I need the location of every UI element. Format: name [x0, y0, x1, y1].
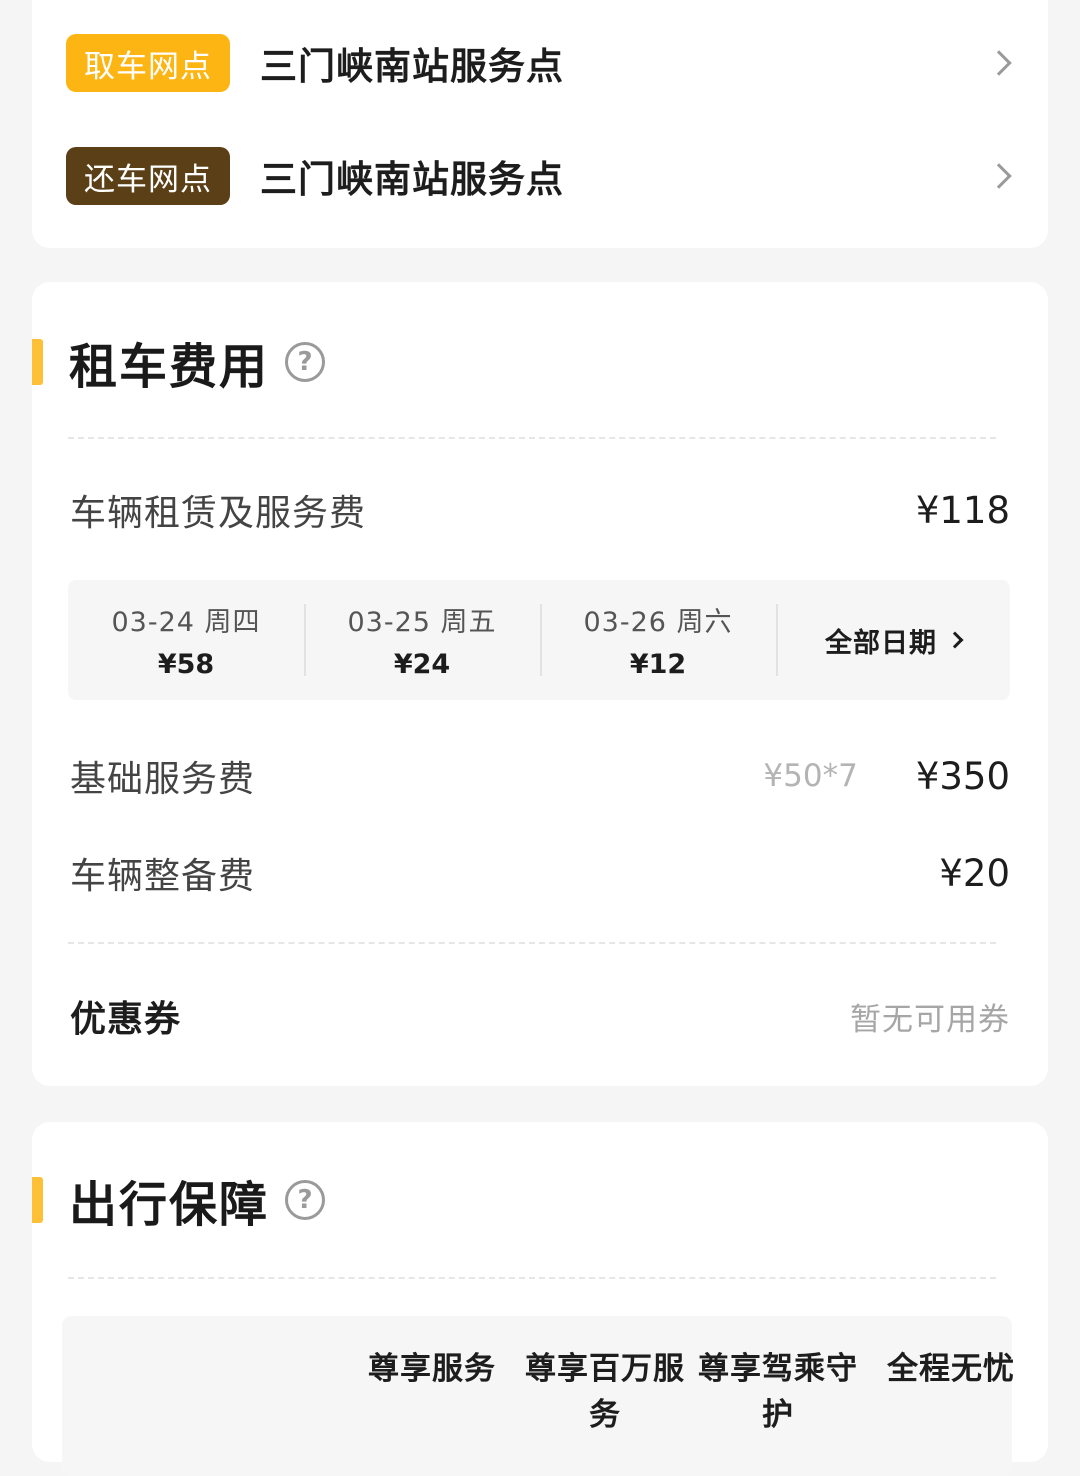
insurance-plan-header[interactable]: 尊享服务	[352, 1346, 512, 1392]
day-price-item: 03-24 周四 ¥58	[68, 580, 304, 700]
insurance-plan-header[interactable]: 尊享驾乘守护	[698, 1346, 858, 1438]
rental-fee-label: 车辆租赁及服务费	[70, 493, 367, 534]
day-date: 03-26 周六	[583, 607, 733, 638]
rental-fee-amount: ¥118	[915, 488, 1010, 532]
return-location-row[interactable]: 还车网点 三门峡南站服务点	[66, 146, 1018, 206]
daily-price-strip: 03-24 周四 ¥58 03-25 周五 ¥24 03-26 周六 ¥12 全…	[68, 580, 1010, 700]
rental-fee-row: 车辆租赁及服务费 ¥118	[70, 482, 1010, 538]
day-date: 03-25 周五	[347, 607, 497, 638]
pickup-tag: 取车网点	[66, 34, 230, 92]
day-price: ¥24	[393, 649, 451, 680]
coupon-row[interactable]: 优惠券 暂无可用券	[70, 988, 1010, 1044]
insurance-section-title: 出行保障	[69, 1177, 270, 1233]
chevron-right-icon	[986, 50, 1012, 76]
prep-fee-label: 车辆整备费	[70, 856, 256, 897]
return-tag: 还车网点	[66, 147, 230, 205]
insurance-card: 出行保障 ? 尊享服务 尊享百万服务 尊享驾乘守护 全程无忧	[32, 1122, 1048, 1476]
section-accent-bar	[32, 339, 43, 385]
base-service-fee-label: 基础服务费	[70, 759, 256, 800]
coupon-label: 优惠券	[70, 999, 182, 1040]
day-price: ¥12	[629, 649, 687, 680]
coupon-status: 暂无可用券	[850, 1001, 1010, 1038]
fee-card: 租车费用 ? 车辆租赁及服务费 ¥118 03-24 周四 ¥58 03-25 …	[32, 282, 1048, 1086]
divider	[68, 1277, 996, 1279]
day-price-item: 03-25 周五 ¥24	[304, 580, 540, 700]
chevron-right-icon	[946, 631, 964, 649]
day-date: 03-24 周四	[111, 607, 261, 638]
question-circle-icon[interactable]: ?	[285, 342, 326, 382]
prep-fee-row: 车辆整备费 ¥20	[70, 845, 1010, 901]
base-service-fee-row: 基础服务费 ¥50*7 ¥350	[70, 748, 1010, 804]
fee-section-title: 租车费用	[69, 339, 270, 395]
divider	[68, 942, 996, 944]
question-circle-icon[interactable]: ?	[285, 1180, 326, 1220]
prep-fee-amount: ¥20	[939, 851, 1010, 895]
insurance-plan-header[interactable]: 全程无忧	[871, 1346, 1031, 1392]
pickup-location-name: 三门峡南站服务点	[260, 45, 564, 88]
base-service-fee-formula: ¥50*7	[763, 758, 858, 794]
chevron-right-icon	[986, 163, 1012, 189]
day-price-item: 03-26 周六 ¥12	[540, 580, 776, 700]
section-accent-bar	[32, 1177, 43, 1223]
divider	[68, 437, 996, 439]
location-card: 取车网点 三门峡南站服务点 还车网点 三门峡南站服务点	[32, 0, 1048, 248]
all-dates-button[interactable]: 全部日期	[776, 580, 1010, 700]
insurance-plan-header[interactable]: 尊享百万服务	[525, 1346, 685, 1438]
insurance-section-header: 出行保障 ?	[32, 1170, 326, 1233]
fee-section-header: 租车费用 ?	[32, 332, 326, 395]
day-price: ¥58	[157, 649, 215, 680]
base-service-fee-amount: ¥350	[915, 754, 1010, 798]
pickup-location-row[interactable]: 取车网点 三门峡南站服务点	[66, 33, 1018, 93]
insurance-comparison-table: 尊享服务 尊享百万服务 尊享驾乘守护 全程无忧	[62, 1316, 1014, 1476]
all-dates-label: 全部日期	[825, 627, 937, 659]
return-location-name: 三门峡南站服务点	[260, 158, 564, 201]
